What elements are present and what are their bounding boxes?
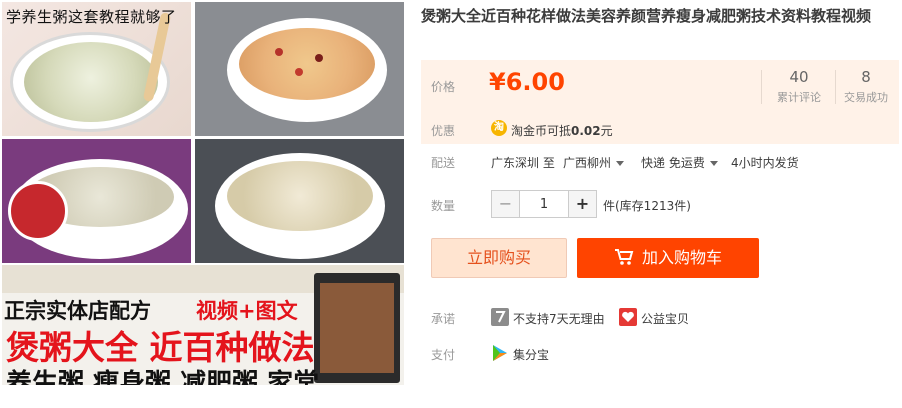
payment-method-text[interactable]: 集分宝 <box>513 346 549 363</box>
porridge-image <box>239 28 375 100</box>
jifenbao-icon <box>493 345 507 361</box>
porridge-image <box>24 42 158 122</box>
price-label: 价格 <box>431 80 456 94</box>
promise-section: 承诺 不支持7天无理由 公益宝贝 <box>421 308 899 328</box>
gallery-tile-porridge-3: BaiWei catering <box>2 139 191 263</box>
ship-to-select[interactable]: 广西柳州 <box>563 154 625 171</box>
product-image-gallery[interactable]: 学养生粥这套教程就够了 BaiWei catering 正宗实体店配方 视频+图… <box>2 2 404 385</box>
product-detail-panel: 煲粥大全近百种花样做法美容养颜营养瘦身减肥粥技术资料教程视频 价格 ¥6.00 … <box>421 0 902 408</box>
jujube-decoration <box>275 48 283 56</box>
payment-label: 支付 <box>431 348 456 362</box>
brand-logo-text: BaiWei catering <box>72 231 161 244</box>
promo-line-4: 养生粥 瘦身粥 减肥粥 家常 <box>6 369 320 385</box>
buy-now-button[interactable]: 立即购买 <box>431 238 567 278</box>
sales-stat: 8 交易成功 <box>834 68 898 105</box>
gallery-tile-porridge-1: 学养生粥这套教程就够了 <box>2 2 191 136</box>
ship-from: 广东深圳 至 <box>491 156 555 170</box>
price-section: 价格 ¥6.00 40 累计评论 8 交易成功 <box>421 60 899 114</box>
ship-method-select[interactable]: 快递 免运费 <box>641 154 718 171</box>
quantity-section: 数量 − + 件(库存1213件) <box>421 190 899 220</box>
chevron-down-icon <box>709 161 718 166</box>
gallery-caption: 学养生粥这套教程就够了 <box>6 8 177 26</box>
reviews-count: 40 <box>789 68 809 86</box>
no-7day-return-text[interactable]: 不支持7天无理由 <box>513 310 605 327</box>
jujube-decoration <box>295 68 303 76</box>
add-to-cart-button[interactable]: 加入购物车 <box>577 238 759 278</box>
chevron-down-icon <box>616 161 625 166</box>
product-title: 煲粥大全近百种花样做法美容养颜营养瘦身减肥粥技术资料教程视频 <box>421 7 872 25</box>
stat-divider <box>761 70 762 104</box>
dispatch-time: 4小时内发货 <box>731 156 799 170</box>
promo-line-3: 煲粥大全 近百种做法 <box>6 328 315 367</box>
tablet-screen-image <box>320 283 394 373</box>
no-7day-return-icon <box>491 308 509 326</box>
cart-icon <box>614 248 634 265</box>
sales-label: 交易成功 <box>844 91 888 104</box>
price-value: ¥6.00 <box>489 68 565 96</box>
coin-discount-amount: 0.02 <box>571 124 601 138</box>
quantity-input[interactable] <box>520 191 568 217</box>
charity-text[interactable]: 公益宝贝 <box>641 310 689 327</box>
gallery-tile-porridge-2 <box>195 2 404 136</box>
quantity-label: 数量 <box>431 199 456 213</box>
shipping-label: 配送 <box>431 156 456 170</box>
quantity-decrease-button[interactable]: − <box>492 191 520 217</box>
jujube-decoration <box>315 54 323 62</box>
sales-count: 8 <box>861 68 871 86</box>
gallery-tile-promo-banner: 正宗实体店配方 视频+图文 煲粥大全 近百种做法 养生粥 瘦身粥 减肥粥 家常 <box>2 265 404 385</box>
gallery-tile-porridge-4 <box>195 139 404 263</box>
payment-section: 支付 集分宝 <box>421 344 899 364</box>
discount-section: 优惠 淘 淘金币可抵0.02元 <box>421 114 899 144</box>
quantity-increase-button[interactable]: + <box>568 191 596 217</box>
taobao-coin-icon: 淘 <box>491 120 507 136</box>
coin-discount-text: 淘金币可抵0.02元 <box>511 124 613 138</box>
shipping-section: 配送 广东深圳 至 广西柳州 快递 免运费 4小时内发货 <box>421 152 899 172</box>
reviews-stat[interactable]: 40 累计评论 <box>767 68 831 105</box>
porridge-image <box>227 161 373 231</box>
charity-heart-icon <box>619 308 637 326</box>
promise-label: 承诺 <box>431 312 456 326</box>
reviews-label: 累计评论 <box>777 91 821 104</box>
quantity-stepper: − + <box>491 190 597 218</box>
stock-text: 件(库存1213件) <box>603 199 691 213</box>
brand-logo-icon <box>8 181 68 241</box>
discount-label: 优惠 <box>431 124 456 138</box>
